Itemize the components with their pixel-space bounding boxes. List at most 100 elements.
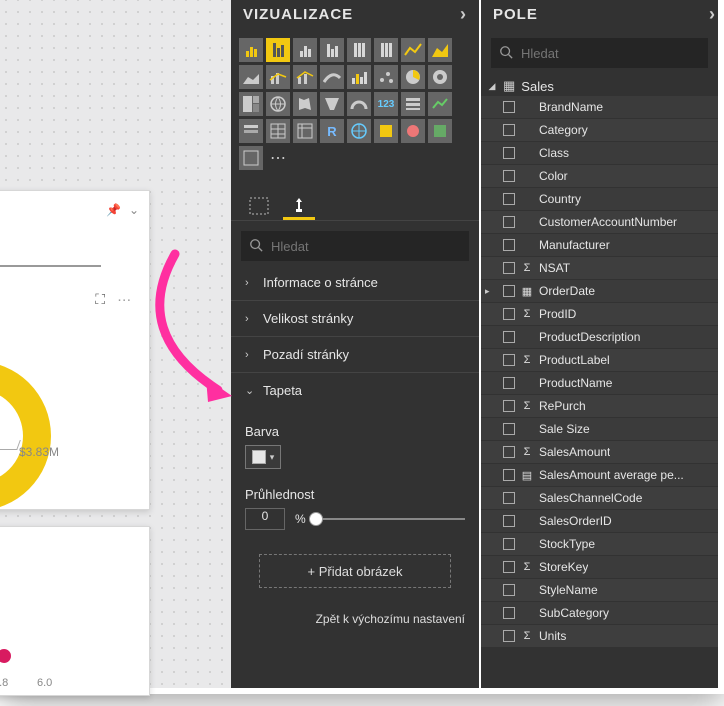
fields-search-input[interactable]	[521, 46, 700, 61]
viz-map-icon[interactable]	[266, 92, 290, 116]
field-checkbox[interactable]	[503, 147, 515, 159]
viz-pie-icon[interactable]	[401, 65, 425, 89]
field-checkbox[interactable]	[503, 193, 515, 205]
viz-matrix-icon[interactable]	[293, 119, 317, 143]
field-checkbox[interactable]	[503, 377, 515, 389]
field-checkbox[interactable]	[503, 515, 515, 527]
more-icon[interactable]: ⋯	[117, 291, 135, 307]
viz-donut-icon[interactable]	[428, 65, 452, 89]
viz-ribbon-icon[interactable]	[320, 65, 344, 89]
viz-card-icon[interactable]: 123	[374, 92, 398, 116]
viz-area-icon[interactable]	[428, 38, 452, 62]
donut-chart[interactable]	[0, 361, 51, 511]
pin-icon[interactable]: 📌	[106, 203, 121, 217]
field-row[interactable]: SalesOrderID	[481, 510, 718, 533]
visual-card-brand[interactable]: Brand 5.8 6.0	[0, 526, 150, 696]
viz-gauge-icon[interactable]	[347, 92, 371, 116]
viz-stacked-area-icon[interactable]	[239, 65, 263, 89]
field-row[interactable]: CustomerAccountNumber	[481, 211, 718, 234]
reset-to-default-link[interactable]: Zpět k výchozímu nastavení	[231, 592, 479, 626]
viz-100-stacked-column-icon[interactable]	[374, 38, 398, 62]
field-row[interactable]: SalesChannelCode	[481, 487, 718, 510]
viz-line-icon[interactable]	[401, 38, 425, 62]
field-row[interactable]: ΣSalesAmount	[481, 441, 718, 464]
field-row[interactable]: ΣProdID	[481, 303, 718, 326]
scatter-point[interactable]	[0, 649, 11, 663]
field-row[interactable]: ProductDescription	[481, 326, 718, 349]
field-row[interactable]: Category	[481, 119, 718, 142]
viz-waterfall-icon[interactable]	[347, 65, 371, 89]
field-row[interactable]: Manufacturer	[481, 234, 718, 257]
field-checkbox[interactable]	[503, 308, 515, 320]
field-checkbox[interactable]	[503, 446, 515, 458]
viz-multi-row-card-icon[interactable]	[401, 92, 425, 116]
field-row[interactable]: ProductName	[481, 372, 718, 395]
field-row[interactable]: BrandName	[481, 96, 718, 119]
viz-arcgis-icon[interactable]	[347, 119, 371, 143]
section-page-info[interactable]: › Informace o stránce	[231, 265, 479, 301]
viz-slicer-icon[interactable]	[239, 119, 263, 143]
field-row[interactable]: ΣUnits	[481, 625, 718, 648]
section-page-background[interactable]: › Pozadí stránky	[231, 337, 479, 373]
fields-tab-icon[interactable]	[243, 192, 275, 220]
field-row[interactable]: Class	[481, 142, 718, 165]
field-row[interactable]: Color	[481, 165, 718, 188]
format-tab-icon[interactable]	[283, 192, 315, 220]
viz-table-icon[interactable]	[266, 119, 290, 143]
viz-custom2-icon[interactable]	[428, 119, 452, 143]
viz-power-apps-icon[interactable]	[374, 119, 398, 143]
viz-clustered-bar-icon[interactable]	[293, 38, 317, 62]
field-row[interactable]: StyleName	[481, 579, 718, 602]
field-checkbox[interactable]	[503, 423, 515, 435]
viz-r-script-icon[interactable]: R	[320, 119, 344, 143]
field-row[interactable]: StockType	[481, 533, 718, 556]
viz-line-clustered-column-icon[interactable]	[293, 65, 317, 89]
color-picker[interactable]: ▾	[245, 445, 281, 469]
field-row[interactable]: ΣStoreKey	[481, 556, 718, 579]
transparency-input[interactable]: 0	[245, 508, 285, 530]
field-checkbox[interactable]	[503, 469, 515, 481]
viz-filled-map-icon[interactable]	[293, 92, 317, 116]
field-row[interactable]: SubCategory	[481, 602, 718, 625]
field-checkbox[interactable]	[503, 607, 515, 619]
viz-clustered-column-icon[interactable]	[320, 38, 344, 62]
field-checkbox[interactable]	[503, 561, 515, 573]
field-checkbox[interactable]	[503, 285, 515, 297]
field-checkbox[interactable]	[503, 216, 515, 228]
field-row[interactable]: Sale Size	[481, 418, 718, 441]
format-search-input[interactable]	[271, 239, 461, 254]
viz-more-icon[interactable]	[266, 146, 290, 170]
viz-treemap-icon[interactable]	[239, 92, 263, 116]
pane-header-fields[interactable]: POLE ›	[481, 0, 718, 34]
field-row[interactable]: ▤SalesAmount average pe...	[481, 464, 718, 487]
fields-search[interactable]	[491, 38, 708, 68]
field-checkbox[interactable]	[503, 584, 515, 596]
chevron-down-icon[interactable]: ⌄	[129, 203, 139, 217]
section-page-size[interactable]: › Velikost stránky	[231, 301, 479, 337]
field-row[interactable]: ΣRePurch	[481, 395, 718, 418]
viz-line-stacked-column-icon[interactable]	[266, 65, 290, 89]
section-wallpaper[interactable]: ⌄ Tapeta	[231, 373, 479, 408]
field-checkbox[interactable]	[503, 124, 515, 136]
field-checkbox[interactable]	[503, 400, 515, 412]
field-row[interactable]: Country	[481, 188, 718, 211]
field-checkbox[interactable]	[503, 331, 515, 343]
viz-kpi-icon[interactable]	[428, 92, 452, 116]
field-checkbox[interactable]	[503, 262, 515, 274]
field-checkbox[interactable]	[503, 492, 515, 504]
viz-stacked-column-icon[interactable]	[266, 38, 290, 62]
field-row[interactable]: ΣProductLabel	[481, 349, 718, 372]
visual-card-by-class[interactable]: 📌 ⌄ ⛶ ⋯ by Class $3.83M	[0, 190, 150, 510]
transparency-slider[interactable]	[316, 512, 465, 526]
field-checkbox[interactable]	[503, 630, 515, 642]
focus-mode-icon[interactable]: ⛶	[95, 291, 109, 307]
viz-scatter-icon[interactable]	[374, 65, 398, 89]
field-row[interactable]: ΣNSAT	[481, 257, 718, 280]
chevron-right-icon[interactable]: ›	[460, 4, 467, 25]
viz-100-stacked-bar-icon[interactable]	[347, 38, 371, 62]
field-checkbox[interactable]	[503, 170, 515, 182]
field-checkbox[interactable]	[503, 101, 515, 113]
field-checkbox[interactable]	[503, 538, 515, 550]
chevron-right-icon[interactable]: ›	[709, 4, 716, 25]
table-node[interactable]: ◢ ▦ Sales	[481, 72, 718, 96]
